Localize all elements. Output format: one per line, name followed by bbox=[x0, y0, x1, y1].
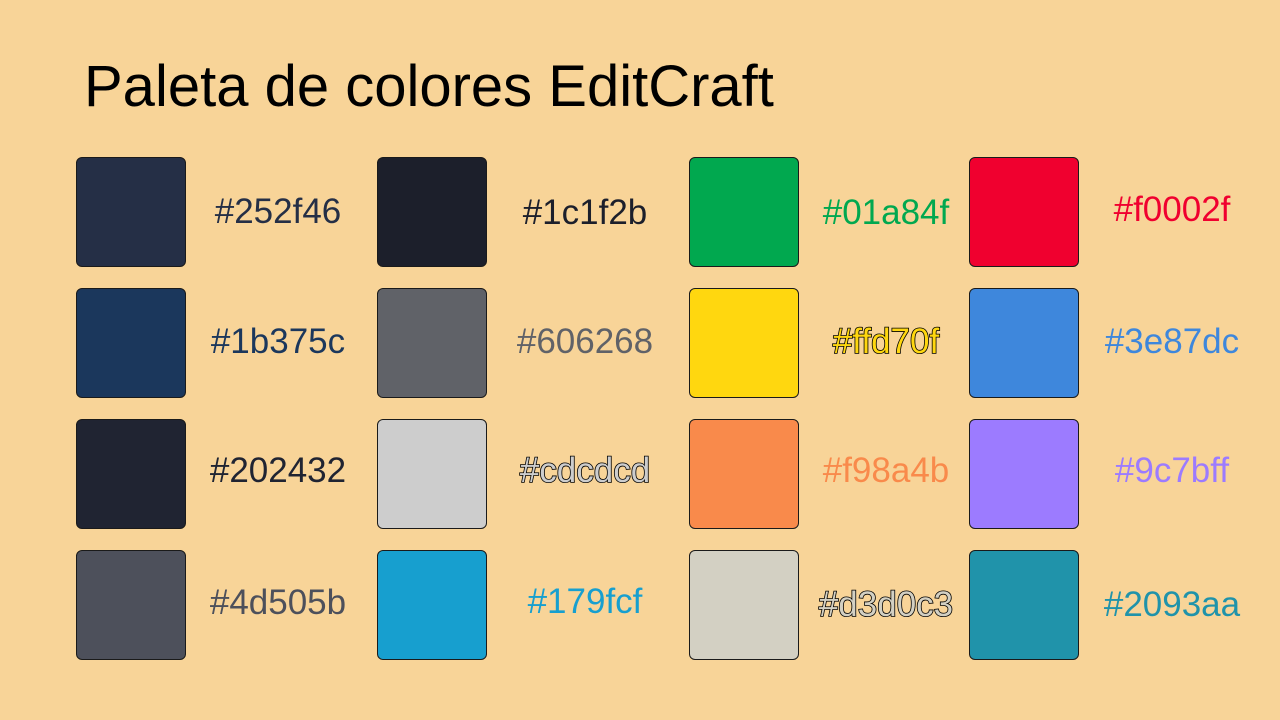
color-hex-label: #179fcf bbox=[527, 582, 643, 621]
color-hex-label: #d3d0c3 bbox=[818, 584, 954, 625]
color-hex-label: #1c1f2b bbox=[522, 193, 648, 232]
color-swatch bbox=[689, 288, 799, 398]
color-swatch bbox=[689, 550, 799, 660]
color-swatch bbox=[969, 419, 1079, 529]
color-swatch bbox=[969, 157, 1079, 267]
page-title: Paleta de colores EditCraft bbox=[84, 54, 774, 119]
color-swatch bbox=[377, 550, 487, 660]
color-hex-label: #252f46 bbox=[214, 192, 342, 231]
color-swatch bbox=[969, 550, 1079, 660]
color-swatch bbox=[689, 157, 799, 267]
color-hex-label: #3e87dc bbox=[1104, 322, 1240, 361]
color-hex-label: #606268 bbox=[516, 322, 654, 361]
color-hex-label: #ffd70f bbox=[832, 321, 940, 362]
color-swatch bbox=[377, 288, 487, 398]
color-hex-label: #4d505b bbox=[209, 583, 347, 622]
color-hex-label: #202432 bbox=[209, 451, 347, 490]
color-hex-label: #2093aa bbox=[1103, 585, 1241, 624]
color-swatch bbox=[377, 419, 487, 529]
color-hex-label: #9c7bff bbox=[1114, 451, 1230, 490]
color-hex-label: #f98a4b bbox=[822, 451, 950, 490]
color-swatch bbox=[689, 419, 799, 529]
color-swatch bbox=[377, 157, 487, 267]
color-hex-label: #f0002f bbox=[1113, 190, 1231, 229]
color-swatch bbox=[76, 550, 186, 660]
color-hex-label: #1b375c bbox=[210, 322, 346, 361]
color-swatch bbox=[76, 288, 186, 398]
color-swatch bbox=[76, 157, 186, 267]
color-hex-label: #cdcdcd bbox=[519, 450, 651, 491]
color-hex-label: #01a84f bbox=[822, 193, 950, 232]
color-swatch bbox=[969, 288, 1079, 398]
color-swatch bbox=[76, 419, 186, 529]
